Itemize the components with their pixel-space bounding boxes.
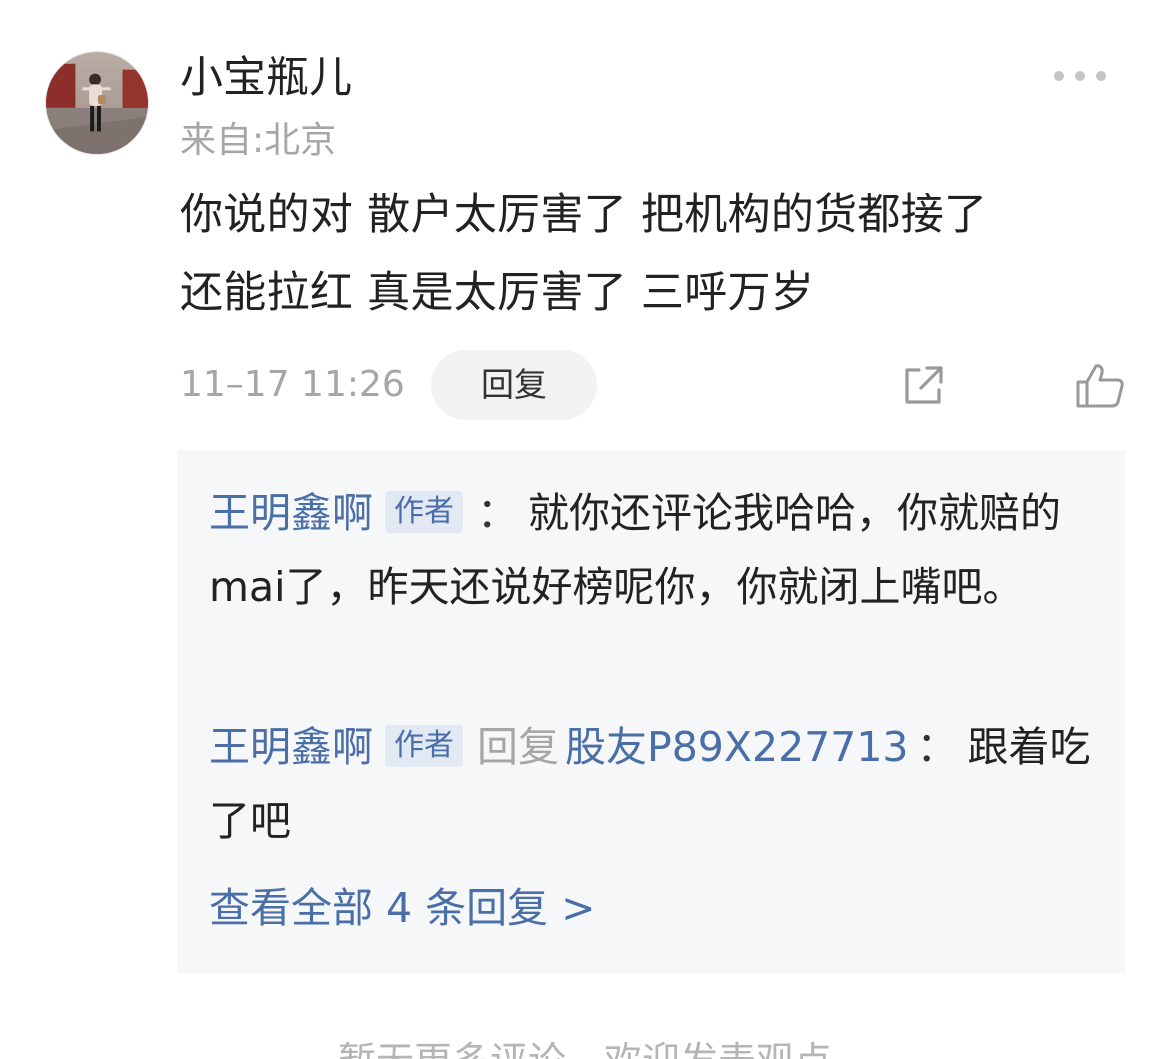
username[interactable]: 小宝瓶儿: [180, 50, 352, 106]
reply-to-label: 回复: [477, 723, 559, 771]
author-badge: 作者: [385, 725, 463, 767]
avatar-photo: [46, 52, 148, 154]
reply-button[interactable]: 回复: [431, 350, 597, 420]
more-dots-icon[interactable]: [1054, 62, 1106, 90]
comment-text: 你说的对 散户太厉害了 把机构的货都接了 还能拉红 真是太厉害了 三呼万岁: [180, 176, 1140, 332]
comment-text-line: 还能拉红 真是太厉害了 三呼万岁: [180, 268, 815, 318]
timestamp: 11–17 11:26: [180, 364, 405, 405]
replies-box: 王明鑫啊 作者：就你还评论我哈哈，你就赔的mai了，昨天还说好榜呢你，你就闭上嘴吧…: [177, 450, 1125, 973]
avatar[interactable]: [45, 51, 149, 155]
dot: [1096, 71, 1106, 81]
dot: [1075, 71, 1085, 81]
comment-text-line: 你说的对 散户太厉害了 把机构的货都接了: [180, 190, 988, 240]
view-all-replies-link[interactable]: 查看全部 4 条回复 >: [209, 878, 596, 938]
thumbs-up-icon[interactable]: [1074, 360, 1126, 412]
reply-author[interactable]: 王明鑫啊: [209, 723, 373, 771]
dot: [1054, 71, 1064, 81]
no-more-comments-hint: 暂无更多评论，欢迎发表观点: [0, 1036, 1170, 1059]
reply-target-user[interactable]: 股友P89X227713: [565, 723, 909, 771]
reply-item[interactable]: 王明鑫啊 作者：就你还评论我哈哈，你就赔的mai了，昨天还说好榜呢你，你就闭上嘴吧…: [209, 476, 1094, 624]
reply-colon: ：: [916, 723, 958, 771]
reply-colon: ：: [477, 489, 518, 537]
reply-author[interactable]: 王明鑫啊: [209, 489, 373, 537]
share-icon[interactable]: [899, 362, 947, 410]
comment-page: 小宝瓶儿 来自:北京 你说的对 散户太厉害了 把机构的货都接了 还能拉红 真是太…: [0, 0, 1170, 1059]
author-badge: 作者: [385, 491, 463, 533]
reply-item[interactable]: 王明鑫啊 作者 回复 股友P89X227713：跟着吃了吧: [209, 710, 1094, 858]
comment-actions: 11–17 11:26 回复: [180, 350, 1140, 420]
location-label: 来自:北京: [180, 120, 337, 161]
